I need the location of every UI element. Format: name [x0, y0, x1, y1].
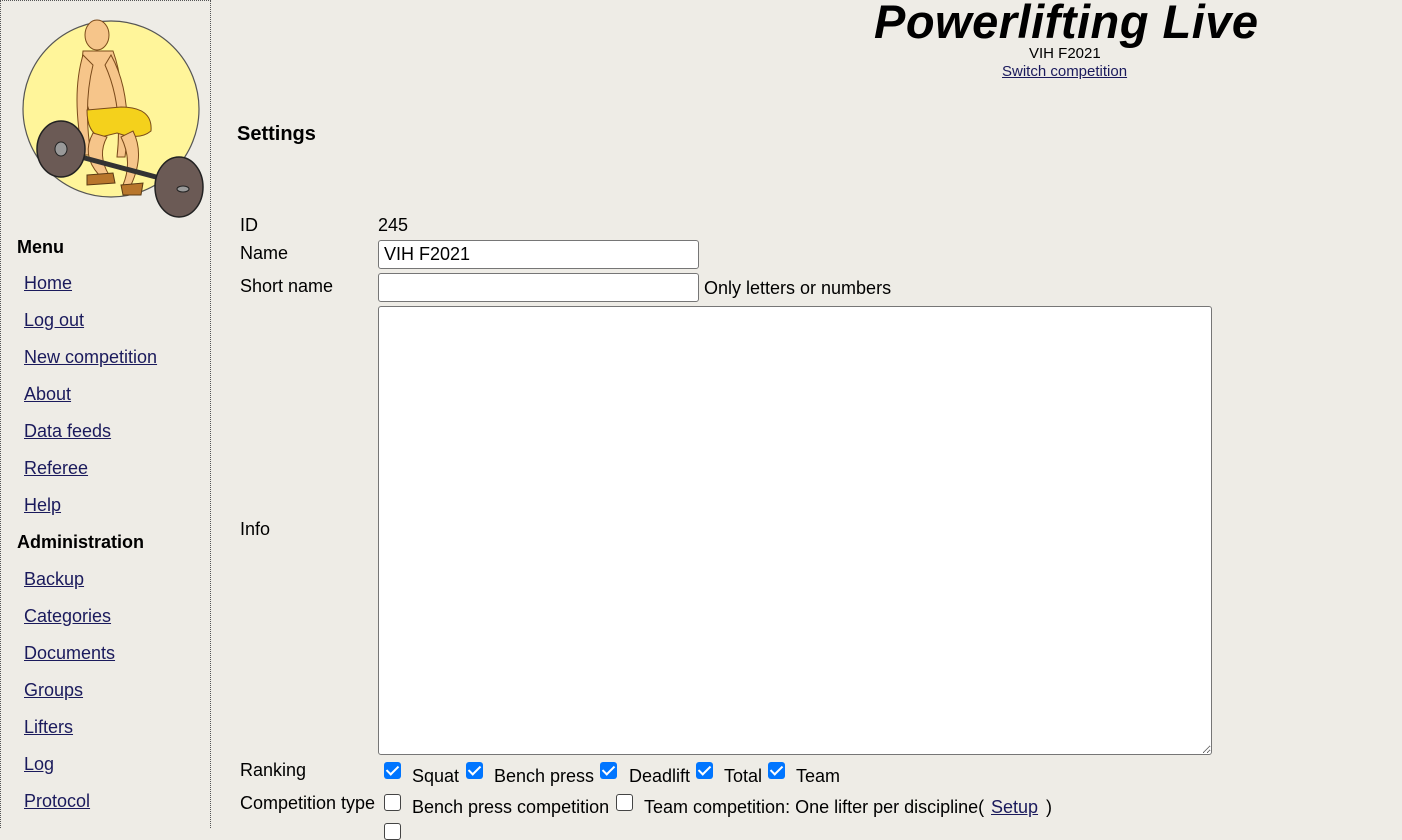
short-name-label: Short name [240, 276, 334, 296]
sidebar: Menu Home Log out New competition About … [0, 0, 211, 828]
menu-link-log-out[interactable]: Log out [24, 310, 84, 331]
admin-link-log[interactable]: Log [24, 754, 54, 775]
ranking-bench-press-label: Bench press [494, 766, 595, 786]
ranking-total-checkbox[interactable] [696, 762, 713, 779]
ranking-squat-checkbox[interactable] [384, 762, 401, 779]
admin-link-categories[interactable]: Categories [24, 606, 111, 627]
current-competition-name: VIH F2021 [1029, 45, 1101, 62]
switch-competition-link[interactable]: Switch competition [1002, 63, 1127, 80]
setup-close-paren: ) [1046, 797, 1052, 817]
bench-press-competition-label: Bench press competition [412, 797, 610, 817]
menu-link-new-competition[interactable]: New competition [24, 347, 157, 368]
team-competition-checkbox[interactable] [616, 794, 633, 811]
admin-link-protocol[interactable]: Protocol [24, 791, 90, 812]
next-option-checkbox[interactable] [384, 823, 401, 840]
ranking-deadlift-checkbox[interactable] [600, 762, 617, 779]
ranking-team-checkbox[interactable] [768, 762, 785, 779]
menu-link-data-feeds[interactable]: Data feeds [24, 421, 111, 442]
info-label: Info [240, 519, 271, 539]
admin-link-lifters[interactable]: Lifters [24, 717, 73, 738]
powerlifter-logo [22, 19, 204, 218]
ranking-squat-label: Squat [412, 766, 460, 786]
ranking-total-label: Total [724, 766, 763, 786]
menu-link-referee[interactable]: Referee [24, 458, 88, 479]
id-value: 245 [378, 215, 409, 235]
bench-press-competition-checkbox[interactable] [384, 794, 401, 811]
ranking-deadlift-label: Deadlift [629, 766, 691, 786]
team-competition-label: Team competition: One lifter per discipl… [644, 797, 985, 817]
admin-link-backup[interactable]: Backup [24, 569, 84, 590]
setup-link[interactable]: Setup [991, 797, 1038, 818]
name-label: Name [240, 243, 289, 263]
admin-link-documents[interactable]: Documents [24, 643, 115, 664]
admin-link-groups[interactable]: Groups [24, 680, 83, 701]
ranking-bench-press-checkbox[interactable] [466, 762, 483, 779]
ranking-team-label: Team [796, 766, 841, 786]
id-label: ID [240, 215, 258, 235]
menu-heading: Menu [17, 237, 64, 257]
ranking-label: Ranking [240, 760, 307, 780]
name-input[interactable] [378, 240, 699, 269]
short-name-hint: Only letters or numbers [704, 278, 892, 298]
menu-link-about[interactable]: About [24, 384, 71, 405]
short-name-input[interactable] [378, 273, 699, 302]
competition-type-label: Competition type [240, 793, 376, 813]
app-title: Powerlifting Live [874, 0, 1259, 48]
info-textarea[interactable] [378, 306, 1212, 755]
page-title: Settings [237, 123, 316, 145]
administration-heading: Administration [17, 532, 145, 552]
menu-link-home[interactable]: Home [24, 273, 72, 294]
menu-link-help[interactable]: Help [24, 495, 61, 516]
